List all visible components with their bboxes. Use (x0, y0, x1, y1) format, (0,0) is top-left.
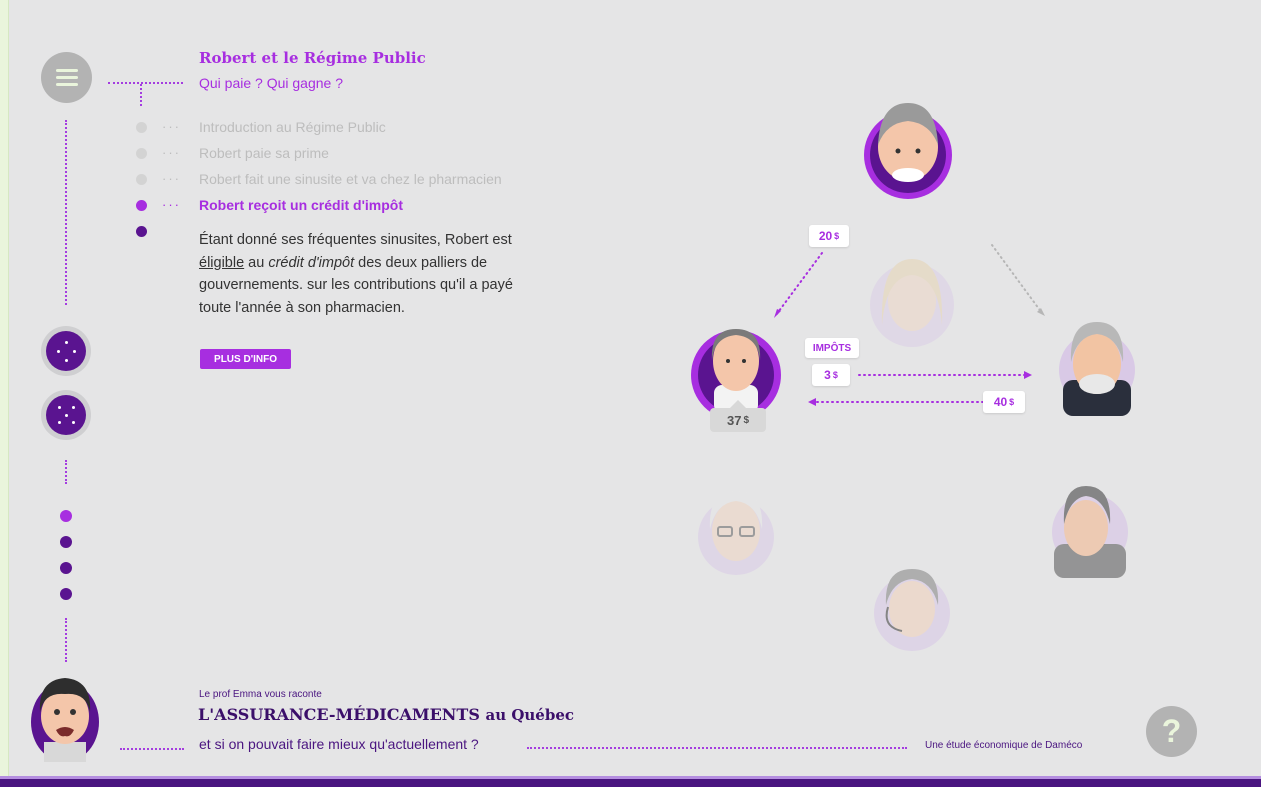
call-center-portrait (874, 569, 950, 651)
old-man-glasses-portrait (698, 491, 774, 575)
footer-title: L'ASSURANCE-MÉDICAMENTS au Québec (198, 705, 574, 724)
step-connector: ··· (162, 171, 181, 186)
step-dot (136, 174, 147, 185)
amount-tag-40: 40 $ (983, 391, 1025, 413)
amount-tag-20: 20 $ (809, 225, 849, 247)
sidebar-timeline (65, 120, 67, 305)
chapter-dot-3[interactable] (60, 562, 72, 574)
step-introduction[interactable]: Introduction au Régime Public (199, 119, 386, 135)
pharmacist-portrait (1059, 322, 1135, 416)
woman-portrait (870, 259, 954, 347)
flow-arrows (691, 103, 1135, 651)
menu-button[interactable] (41, 52, 92, 103)
left-edge-strip (0, 0, 9, 787)
footer-dots (120, 748, 184, 750)
step-dot-active (136, 200, 147, 211)
step-dot (136, 148, 147, 159)
footer-credit: Une étude économique de Daméco (925, 740, 1083, 751)
step-credit-impot[interactable]: Robert reçoit un crédit d'impôt (199, 197, 403, 213)
hamburger-icon (55, 69, 78, 72)
bottom-bar (0, 776, 1261, 787)
step-connector: ··· (162, 119, 181, 134)
step-dot (136, 122, 147, 133)
chapter-subtitle: Qui paie ? Qui gagne ? (199, 75, 343, 91)
step-description: Étant donné ses fréquentes sinusites, Ro… (199, 232, 513, 316)
chapter-dot-2[interactable] (60, 536, 72, 548)
emma-avatar (31, 678, 99, 762)
sidebar-timeline (65, 460, 67, 484)
chapter-dot-1[interactable] (60, 510, 72, 522)
footer-kicker: Le prof Emma vous raconte (199, 689, 322, 700)
connector-dots (108, 82, 183, 84)
connector-dots (140, 84, 142, 106)
chapter-dot-4[interactable] (60, 588, 72, 600)
eligible-link[interactable]: éligible (199, 255, 244, 271)
amount-tag-3: 3 $ (812, 364, 850, 386)
grandfather-portrait (864, 103, 952, 199)
impots-label: IMPÔTS (805, 338, 859, 358)
chapter-nav-button-2[interactable] (41, 390, 91, 440)
question-icon: ? (1161, 713, 1182, 749)
help-button[interactable]: ? (1146, 706, 1197, 757)
robert-price-badge: 37 $ (710, 400, 766, 432)
step-dot-next (136, 226, 147, 237)
businessman-portrait (1052, 486, 1128, 578)
footer-subtitle: et si on pouvait faire mieux qu'actuelle… (199, 736, 479, 752)
constellation-icon (46, 331, 86, 371)
chapter-title: Robert et le Régime Public (199, 49, 426, 67)
more-info-button[interactable]: PLUS D'INFO (200, 349, 291, 369)
step-connector: ··· (162, 145, 181, 160)
step-connector: ··· (162, 197, 181, 212)
constellation-icon (46, 395, 86, 435)
flow-diagram: 20 $ IMPÔTS 3 $ 40 $ 37 $ (650, 85, 1170, 685)
step-sinusite[interactable]: Robert fait une sinusite et va chez le p… (199, 171, 502, 187)
step-prime[interactable]: Robert paie sa prime (199, 145, 329, 161)
chapter-nav-button-1[interactable] (41, 326, 91, 376)
sidebar-timeline (65, 618, 67, 662)
footer-dots (527, 747, 907, 749)
